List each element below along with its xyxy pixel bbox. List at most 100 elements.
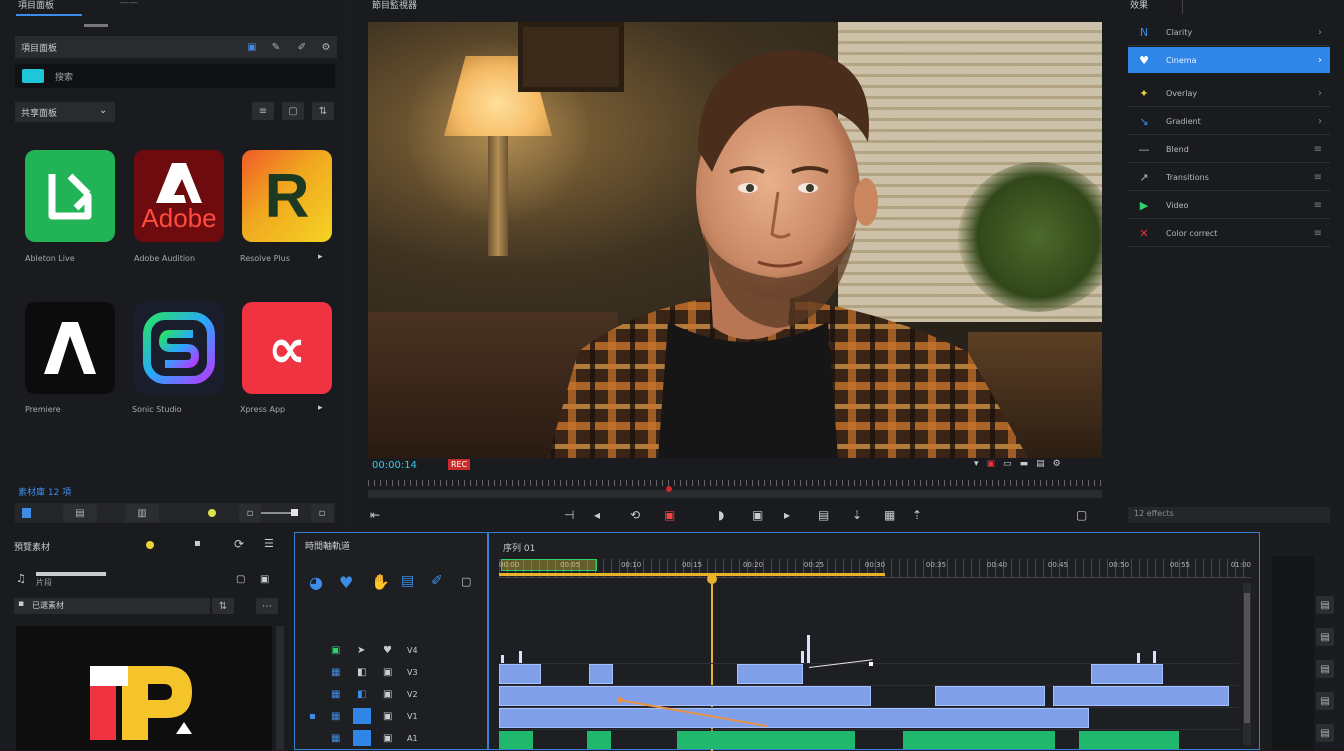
step-back-icon[interactable]: ⊣ — [564, 508, 574, 522]
clip[interactable] — [499, 686, 871, 706]
track-v3-toggle-icon[interactable]: ▦ — [331, 667, 340, 678]
side-tool-1-icon[interactable]: ▤ — [1316, 596, 1334, 614]
track-a1-eye-icon[interactable]: ▣ — [383, 733, 392, 744]
track-v1-toggle-icon[interactable]: ▦ — [331, 711, 340, 722]
bin-clip-preview[interactable] — [16, 626, 272, 750]
adobe-tile[interactable]: Adobe — [134, 150, 224, 242]
track-v2-toggle-icon[interactable]: ▦ — [331, 689, 340, 700]
keyframe-marker[interactable] — [807, 635, 810, 663]
clip[interactable] — [935, 686, 1045, 706]
search-bar[interactable]: 搜索 — [15, 64, 335, 88]
s-tile[interactable] — [134, 302, 224, 394]
timeline-vscroll-thumb[interactable] — [1244, 593, 1250, 723]
safe-icon[interactable]: ▣ — [987, 459, 996, 473]
rec-badge[interactable]: REC — [448, 459, 471, 470]
zoom-in-icon[interactable]: ▫ — [311, 504, 333, 522]
track-row-v3[interactable]: ▦ ◧ ▣ V3 — [295, 663, 487, 685]
orange-keyframe-dot[interactable] — [617, 697, 623, 703]
audio-clip[interactable] — [1079, 731, 1179, 749]
in-out-range[interactable] — [501, 559, 597, 571]
dropdown-icon[interactable]: ⌄ — [99, 105, 107, 116]
fx-item-clarity[interactable]: N Clarity › — [1128, 19, 1330, 46]
ratio-icon[interactable]: ▬ — [1020, 459, 1029, 473]
forward-icon[interactable]: ▸ — [784, 508, 790, 522]
pen-icon[interactable]: ✐ — [291, 38, 313, 56]
rewind-icon[interactable]: ◂ — [594, 508, 600, 522]
clip[interactable] — [737, 664, 803, 684]
bin-scrollbar[interactable] — [276, 626, 284, 750]
fx-item-overlay[interactable]: ✦ Overlay › — [1128, 80, 1330, 107]
track-row-v4[interactable]: ▣ ➤ ♥ V4 — [295, 641, 487, 663]
work-area-bar[interactable] — [499, 573, 885, 576]
track-v1-eye-icon[interactable]: ▣ — [383, 711, 392, 722]
playhead-handle[interactable] — [707, 574, 717, 584]
clip[interactable] — [499, 664, 541, 684]
clip[interactable] — [1053, 686, 1229, 706]
export-frame-icon[interactable]: ▤ — [1036, 459, 1045, 473]
fullscreen-icon[interactable]: ▢ — [1076, 508, 1087, 522]
overwrite-icon[interactable]: ▦ — [884, 508, 895, 522]
track-v1-lock-icon[interactable] — [353, 708, 371, 724]
track-row-v2[interactable]: ▦ ◧ ▣ V2 — [295, 685, 487, 707]
track-row-v1[interactable]: ▪ ▦ ▣ V1 — [295, 707, 487, 729]
settings-small-icon[interactable]: ⚙ — [1053, 459, 1061, 473]
marker-icon[interactable]: ▾ — [974, 459, 979, 473]
track-v2-lock-icon[interactable]: ◧ — [357, 689, 366, 700]
bin-copy-icon[interactable]: ▢ — [236, 574, 245, 585]
mark-in-icon[interactable]: ⇤ — [370, 508, 380, 522]
fx-item-video[interactable]: ▶ Video ≡ — [1128, 192, 1330, 219]
play-icon[interactable]: ◗ — [718, 508, 724, 522]
side-tool-4-icon[interactable]: ▤ — [1316, 692, 1334, 710]
play-small-icon-2[interactable]: ▸ — [318, 403, 323, 413]
track-v3-lock-icon[interactable]: ◧ — [357, 667, 366, 678]
fx-item-color-correct[interactable]: ✕ Color correct ≡ — [1128, 220, 1330, 247]
track-v4-eye-icon[interactable]: ♥ — [383, 645, 392, 656]
fx-item-gradient[interactable]: ↘ Gradient › — [1128, 108, 1330, 135]
fx-item-blend[interactable]: — Blend ≡ — [1128, 136, 1330, 163]
side-tool-2-icon[interactable]: ▤ — [1316, 628, 1334, 646]
tool-page-icon[interactable]: ▤ — [401, 573, 414, 589]
video-frame[interactable] — [368, 22, 1102, 458]
timeline-ruler[interactable]: 00:00 00:05 00:10 00:15 00:20 00:25 00:3… — [499, 559, 1251, 578]
green-tile[interactable] — [25, 150, 115, 242]
bin-more-icon[interactable]: ⋯ — [256, 598, 278, 614]
keyframe-marker[interactable] — [801, 651, 804, 663]
bin-refresh-icon[interactable]: ⟳ — [234, 537, 244, 551]
zoom-out-icon[interactable]: ▫ — [239, 504, 261, 522]
clip-in-icon[interactable]: ▣ — [664, 508, 675, 522]
viewer-playhead[interactable] — [666, 486, 672, 492]
list-view-icon[interactable]: ≡ — [252, 102, 274, 120]
list-icon[interactable]: ▤ — [63, 504, 97, 522]
zoom-slider-knob[interactable] — [291, 509, 298, 516]
side-tool-5-icon[interactable]: ▤ — [1316, 724, 1334, 742]
top-tab[interactable]: 項目面板 — [16, 0, 82, 16]
clip[interactable] — [499, 708, 1089, 728]
insert-icon[interactable]: ⇣ — [852, 508, 862, 522]
folder-icon[interactable]: ▣ — [241, 38, 263, 56]
tool-hand-icon[interactable]: ✋ — [371, 573, 390, 591]
bin-monitor-icon[interactable]: ▪ — [194, 538, 201, 549]
loop-icon[interactable]: ⟲ — [630, 508, 640, 522]
a-tile[interactable] — [25, 302, 115, 394]
fit-icon[interactable]: ▭ — [1003, 459, 1012, 473]
track-v2-eye-icon[interactable]: ▣ — [383, 689, 392, 700]
fx-item-transitions[interactable]: ↗ Transitions ≡ — [1128, 164, 1330, 191]
zoom-slider[interactable] — [261, 509, 298, 516]
freeform-icon[interactable]: ▥ — [125, 504, 159, 522]
viewer-ruler[interactable] — [368, 478, 1102, 500]
keyframe-marker[interactable] — [501, 655, 504, 663]
keyframe-marker[interactable] — [519, 651, 522, 663]
tool-heart-icon[interactable]: ♥ — [339, 573, 353, 592]
clip[interactable] — [589, 664, 613, 684]
bin-sort-icon[interactable]: ⇅ — [212, 598, 234, 614]
play-small-icon[interactable]: ▸ — [318, 252, 323, 262]
new-item-icon[interactable] — [22, 508, 31, 518]
stop-icon[interactable]: ▣ — [752, 508, 763, 522]
grid-view-icon[interactable]: ▢ — [282, 102, 304, 120]
clip[interactable] — [1091, 664, 1163, 684]
section-header[interactable]: 共享面板 ⌄ — [15, 102, 115, 122]
track-row-a1[interactable]: ▦ ▣ A1 — [295, 729, 487, 751]
tab-slider[interactable] — [84, 24, 108, 27]
audio-clip[interactable] — [587, 731, 611, 749]
bin-marker-icon[interactable] — [146, 541, 154, 549]
